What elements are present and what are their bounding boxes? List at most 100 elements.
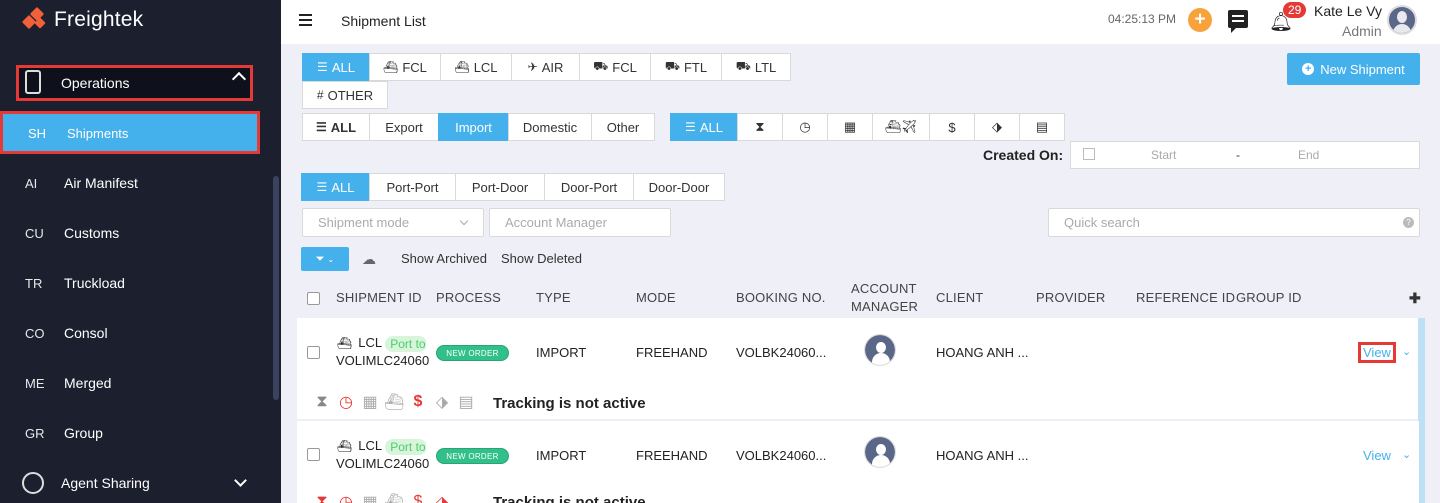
sidebar-item-consol[interactable]: CO Consol [0,313,262,353]
add-column-icon[interactable]: ✚ [1409,290,1421,307]
tab-route-all[interactable]: ☰ ALL [301,173,370,201]
top-bar: Shipment List 04:25:13 PM + 🔔︎ 29 Kate L… [281,0,1440,44]
shipment-mode-select[interactable]: Shipment mode [302,208,484,237]
tab-status-schedule[interactable]: ▦ [827,113,873,141]
row-transport: FREEHAND [636,345,708,360]
tab-label: OTHER [327,87,374,103]
hamburger-menu-icon[interactable] [299,14,312,26]
row-checkbox[interactable] [307,346,320,359]
tab-mode-other[interactable]: # OTHER [302,81,388,109]
dollar-icon: $ [413,393,423,410]
tab-mode-all[interactable]: ☰ ALL [302,53,370,81]
sidebar-item-merged[interactable]: ME Merged [0,363,262,403]
row-mode: LCL [358,438,382,453]
clipboard-icon [25,70,41,94]
tab-label: LCL [473,59,498,75]
quick-add-button[interactable]: + [1188,8,1212,32]
tab-direction-other[interactable]: Other [591,113,655,141]
sidebar-item-shipments[interactable]: SH Shipments [0,111,260,154]
row-shipment-id[interactable]: VOLIMLC24060 [336,353,429,368]
tab-mode-lcl[interactable]: ⛴ LCL [440,53,512,81]
col-header-client[interactable]: CLIENT [936,290,983,305]
row-checkbox[interactable] [307,448,320,461]
tab-direction-import[interactable]: Import [438,113,509,141]
chevron-down-icon[interactable]: ⌄ [1402,345,1411,358]
col-header-provider[interactable]: PROVIDER [1036,290,1106,305]
col-header-account-manager[interactable]: ACCOUNT [851,281,917,296]
sidebar-item-customs[interactable]: CU Customs [0,213,262,253]
sidebar-scrollbar[interactable] [273,176,279,400]
tab-mode-ltl[interactable]: ⛟ LTL [721,53,791,81]
col-header-process[interactable]: PROCESS [436,290,501,305]
col-header-group-id[interactable]: GROUP ID [1236,290,1302,305]
status-badge: NEW ORDER [436,448,509,464]
date-end-placeholder[interactable]: End [1298,148,1319,162]
ship-icon: ⛴ [337,439,353,453]
view-button[interactable]: View [1358,342,1396,363]
chevron-up-icon [231,71,247,87]
sidebar-item-group[interactable]: GR Group [0,413,262,453]
created-on-date-range[interactable]: Start - End [1070,141,1420,169]
tab-direction-export[interactable]: Export [369,113,439,141]
sidebar-item-abbr: GR [25,425,45,441]
sidebar-item-truckload[interactable]: TR Truckload [0,263,262,303]
notification-badge: 29 [1283,2,1307,18]
tab-mode-air[interactable]: ✈ AIR [511,53,580,81]
show-deleted-toggle[interactable]: Show Deleted [501,251,582,266]
tab-route-port-port[interactable]: Port-Port [369,173,456,201]
tab-status-tags[interactable]: ⬗ [974,113,1020,141]
tab-direction-all[interactable]: ☰ ALL [302,113,370,141]
tab-direction-domestic[interactable]: Domestic [508,113,592,141]
avatar [864,436,896,468]
col-header-reference-id[interactable]: REFERENCE ID [1136,290,1235,305]
tab-mode-ftl[interactable]: ⛟ FTL [650,53,722,81]
user-name[interactable]: Kate Le Vy [1314,3,1382,19]
tab-status-billing[interactable]: $ [929,113,975,141]
app-logo[interactable]: Freightek [21,6,144,34]
view-button[interactable]: View [1363,448,1391,463]
row-type: IMPORT [536,345,587,360]
sidebar-group-agent-sharing[interactable]: Agent Sharing [0,463,260,503]
status-badge: NEW ORDER [436,345,509,361]
filter-button[interactable]: ⏷ ⌄ [301,247,349,271]
col-header-type[interactable]: TYPE [536,290,571,305]
tab-status-all[interactable]: ☰ ALL [670,113,738,141]
tab-status-time[interactable]: ◷ [782,113,828,141]
col-header-booking-no[interactable]: BOOKING NO. [736,290,826,305]
tab-status-documents[interactable]: ▤ [1019,113,1065,141]
route-tag: Port to Port [385,335,426,352]
avatar[interactable] [1387,5,1417,35]
plane-icon: ✈ [527,60,538,74]
chevron-down-icon[interactable]: ⌄ [1402,448,1411,461]
help-icon[interactable]: ? [1403,217,1414,228]
col-header-shipment-id[interactable]: SHIPMENT ID [336,290,422,305]
row-shipment-id[interactable]: VOLIMLC24060 [336,456,429,471]
show-archived-toggle[interactable]: Show Archived [401,251,487,266]
quick-search-input[interactable]: Quick search ? [1048,208,1420,237]
app-name: Freightek [54,8,144,31]
route-tabs: ☰ ALL Port-Port Port-Door Door-Port Door-… [301,173,725,201]
ship-icon: ⛴ [384,494,405,503]
row-client: HOANG ANH ... [936,448,1029,463]
tab-route-port-door[interactable]: Port-Door [455,173,545,201]
new-shipment-button[interactable]: + New Shipment [1287,53,1420,85]
sidebar-group-operations[interactable]: Operations [16,65,253,101]
sidebar-item-label: Merged [64,375,112,391]
tab-status-pending[interactable]: ⧗ [737,113,783,141]
row-mode-cell: ⛴ LCL Port to Port [337,335,426,352]
account-manager-select[interactable]: Account Manager [489,208,671,237]
sidebar-item-air-manifest[interactable]: AI Air Manifest [0,163,262,203]
tab-mode-fcl-truck[interactable]: ⛟ FCL [579,53,651,81]
tab-mode-fcl-sea[interactable]: ⛴ FCL [369,53,441,81]
tab-status-transport[interactable]: ⛴✈ [872,113,930,141]
row-status-icons: ⧗ ◷ ▦ ⛴ $ ⬗ ▤ [312,392,476,412]
select-all-checkbox[interactable] [307,292,320,305]
cloud-download-icon[interactable]: ☁ [362,251,376,268]
chat-icon[interactable] [1228,10,1248,33]
tab-route-door-door[interactable]: Door-Door [633,173,725,201]
col-header-mode[interactable]: MODE [636,290,676,305]
tab-route-door-port[interactable]: Door-Port [544,173,634,201]
hourglass-icon: ⧗ [316,493,328,503]
date-start-placeholder[interactable]: Start [1151,148,1176,162]
calendar-icon: ▦ [362,394,378,411]
